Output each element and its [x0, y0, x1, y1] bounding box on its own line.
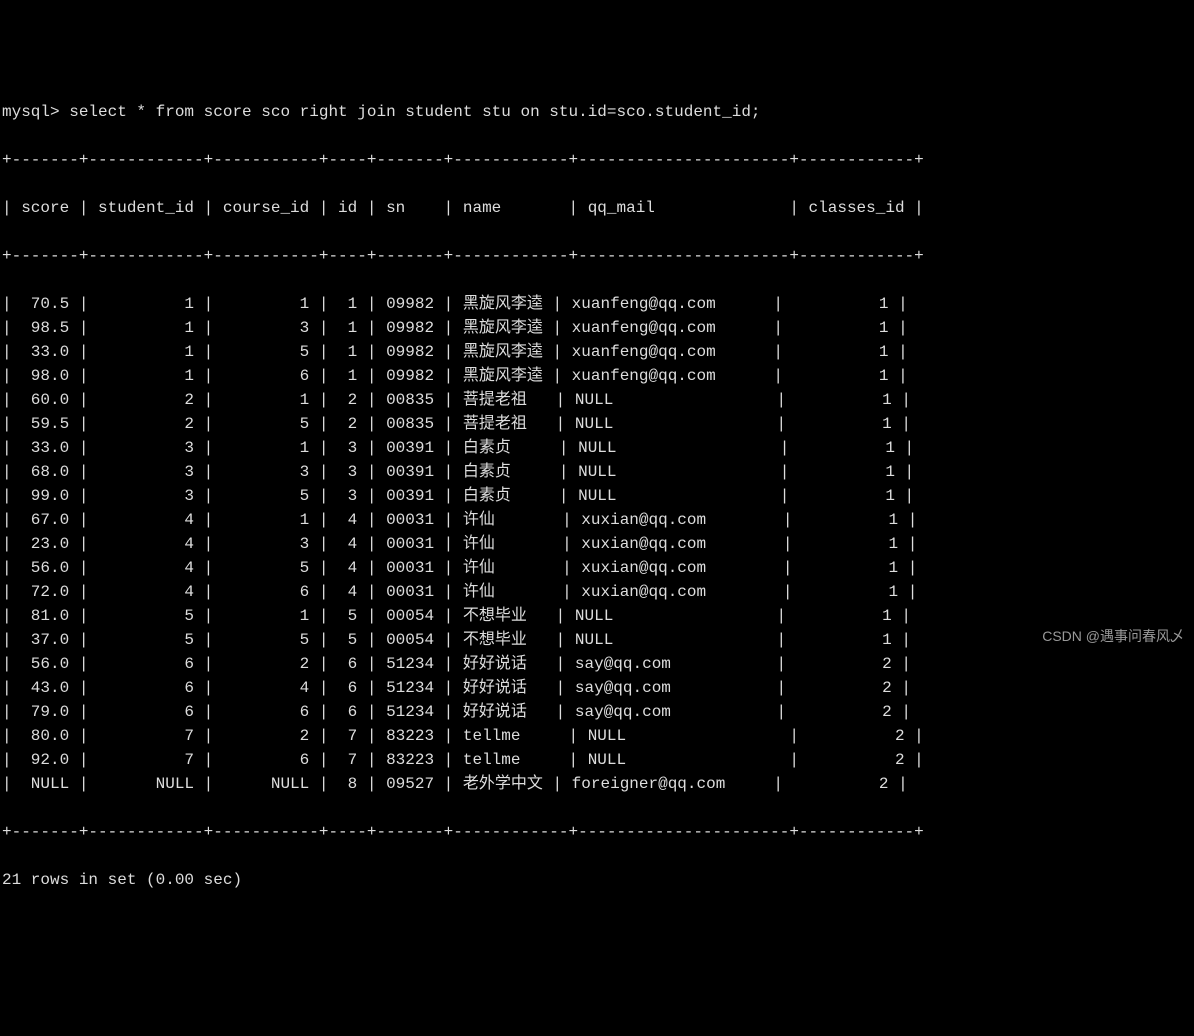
table-row: | 33.0 | 1 | 5 | 1 | 09982 | 黑旋风李逵 | xua… [0, 340, 1194, 364]
table-row: | 56.0 | 6 | 2 | 6 | 51234 | 好好说话 | say@… [0, 652, 1194, 676]
table-border-mid: +-------+------------+-----------+----+-… [0, 244, 1194, 268]
table-row: | 70.5 | 1 | 1 | 1 | 09982 | 黑旋风李逵 | xua… [0, 292, 1194, 316]
table-row: | 56.0 | 4 | 5 | 4 | 00031 | 许仙 | xuxian… [0, 556, 1194, 580]
table-row: | 37.0 | 5 | 5 | 5 | 00054 | 不想毕业 | NULL… [0, 628, 1194, 652]
table-row: | 81.0 | 5 | 1 | 5 | 00054 | 不想毕业 | NULL… [0, 604, 1194, 628]
result-footer: 21 rows in set (0.00 sec) [0, 868, 1194, 892]
table-header: | score | student_id | course_id | id | … [0, 196, 1194, 220]
table-row: | 67.0 | 4 | 1 | 4 | 00031 | 许仙 | xuxian… [0, 508, 1194, 532]
table-row: | NULL | NULL | NULL | 8 | 09527 | 老外学中文… [0, 772, 1194, 796]
table-row: | 43.0 | 6 | 4 | 6 | 51234 | 好好说话 | say@… [0, 676, 1194, 700]
table-row: | 98.0 | 1 | 6 | 1 | 09982 | 黑旋风李逵 | xua… [0, 364, 1194, 388]
table-row: | 99.0 | 3 | 5 | 3 | 00391 | 白素贞 | NULL … [0, 484, 1194, 508]
table-row: | 68.0 | 3 | 3 | 3 | 00391 | 白素贞 | NULL … [0, 460, 1194, 484]
table-row: | 23.0 | 4 | 3 | 4 | 00031 | 许仙 | xuxian… [0, 532, 1194, 556]
table-row: | 60.0 | 2 | 1 | 2 | 00835 | 菩提老祖 | NULL… [0, 388, 1194, 412]
table-row: | 80.0 | 7 | 2 | 7 | 83223 | tellme | NU… [0, 724, 1194, 748]
watermark: CSDN @遇事问春风乄 [1042, 626, 1184, 647]
table-row: | 79.0 | 6 | 6 | 6 | 51234 | 好好说话 | say@… [0, 700, 1194, 724]
table-row: | 98.5 | 1 | 3 | 1 | 09982 | 黑旋风李逵 | xua… [0, 316, 1194, 340]
sql-prompt[interactable]: mysql> select * from score sco right joi… [0, 100, 1194, 124]
table-row: | 72.0 | 4 | 6 | 4 | 00031 | 许仙 | xuxian… [0, 580, 1194, 604]
table-border-top: +-------+------------+-----------+----+-… [0, 148, 1194, 172]
table-border-bottom: +-------+------------+-----------+----+-… [0, 820, 1194, 844]
table-row: | 33.0 | 3 | 1 | 3 | 00391 | 白素贞 | NULL … [0, 436, 1194, 460]
table-row: | 92.0 | 7 | 6 | 7 | 83223 | tellme | NU… [0, 748, 1194, 772]
table-row: | 59.5 | 2 | 5 | 2 | 00835 | 菩提老祖 | NULL… [0, 412, 1194, 436]
